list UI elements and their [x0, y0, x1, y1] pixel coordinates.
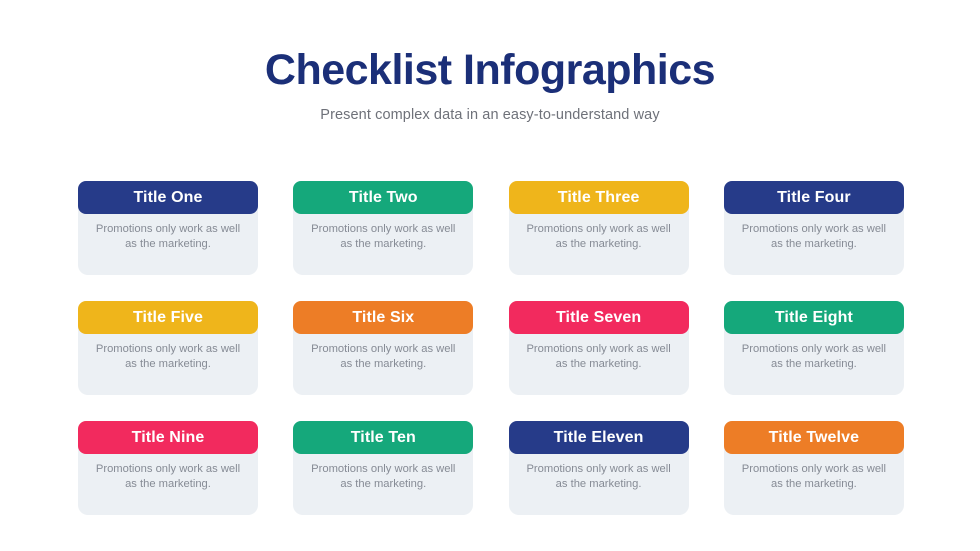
card-header-bar[interactable]: Title Nine — [78, 421, 258, 454]
card-header-bar[interactable]: Title One — [78, 181, 258, 214]
slide-header: Checklist Infographics Present complex d… — [0, 0, 980, 123]
checklist-card[interactable]: Title Three Promotions only work as well … — [508, 181, 689, 275]
checklist-card[interactable]: Title Eleven Promotions only work as well… — [508, 421, 689, 515]
checklist-card[interactable]: Title Twelve Promotions only work as well… — [723, 421, 904, 515]
card-title: Title One — [133, 188, 203, 206]
card-description: Promotions only work as well as the mark… — [311, 223, 456, 250]
card-title: Title Eight — [774, 308, 853, 326]
card-header-bar[interactable]: Title Six — [293, 301, 474, 334]
card-description: Promotions only work as well as the mark… — [526, 223, 671, 250]
card-header-bar[interactable]: Title Eleven — [508, 421, 689, 454]
card-header-bar[interactable]: Title Ten — [293, 421, 474, 454]
card-description: Promotions only work as well as the mark… — [741, 343, 887, 370]
card-title: Title Ten — [350, 428, 416, 446]
checklist-card[interactable]: Title Nine Promotions only work as well a… — [78, 421, 258, 515]
checklist-card[interactable]: Title Eight Promotions only work as well … — [723, 301, 904, 395]
card-description: Promotions only work as well as the mark… — [526, 463, 671, 490]
checklist-card[interactable]: Title Four Promotions only work as well a… — [723, 181, 904, 275]
checklist-card[interactable]: Title Seven Promotions only work as well … — [508, 301, 689, 395]
card-title: Title Nine — [131, 428, 205, 446]
card-description: Promotions only work as well as the mark… — [311, 343, 456, 370]
slide-canvas: Checklist Infographics Present complex d… — [0, 0, 980, 551]
card-header-bar[interactable]: Title Eight — [723, 301, 904, 334]
card-title: Title Four — [777, 188, 851, 206]
card-header-bar[interactable]: Title Three — [508, 181, 689, 214]
card-description: Promotions only work as well as the mark… — [741, 223, 887, 250]
page-title: Checklist Infographics — [264, 46, 716, 94]
checklist-card[interactable]: Title Six Promotions only work as well as… — [293, 301, 474, 395]
card-description: Promotions only work as well as the mark… — [741, 463, 887, 490]
card-title: Title Six — [352, 308, 415, 326]
checklist-card[interactable]: Title Five Promotions only work as well a… — [78, 301, 258, 395]
card-description: Promotions only work as well as the mark… — [95, 223, 241, 250]
checklist-card[interactable]: Title Two Promotions only work as well as… — [293, 181, 474, 275]
card-description: Promotions only work as well as the mark… — [526, 343, 671, 370]
card-title: Title Twelve — [768, 428, 860, 446]
card-title: Title Five — [132, 308, 204, 326]
card-title: Title Two — [348, 188, 418, 206]
card-title: Title Seven — [555, 308, 642, 326]
page-subtitle: Present complex data in an easy-to-under… — [320, 107, 660, 124]
card-title: Title Three — [557, 188, 640, 206]
card-header-bar[interactable]: Title Twelve — [723, 421, 904, 454]
checklist-card-grid: Title One Promotions only work as well as… — [78, 181, 904, 515]
card-description: Promotions only work as well as the mark… — [95, 463, 241, 490]
card-header-bar[interactable]: Title Five — [78, 301, 258, 334]
card-description: Promotions only work as well as the mark… — [95, 343, 241, 370]
card-header-bar[interactable]: Title Two — [293, 181, 474, 214]
checklist-card[interactable]: Title One Promotions only work as well as… — [78, 181, 258, 275]
checklist-card[interactable]: Title Ten Promotions only work as well as… — [293, 421, 474, 515]
card-header-bar[interactable]: Title Four — [723, 181, 904, 214]
card-description: Promotions only work as well as the mark… — [311, 463, 456, 490]
card-title: Title Eleven — [553, 428, 644, 446]
card-header-bar[interactable]: Title Seven — [508, 301, 689, 334]
